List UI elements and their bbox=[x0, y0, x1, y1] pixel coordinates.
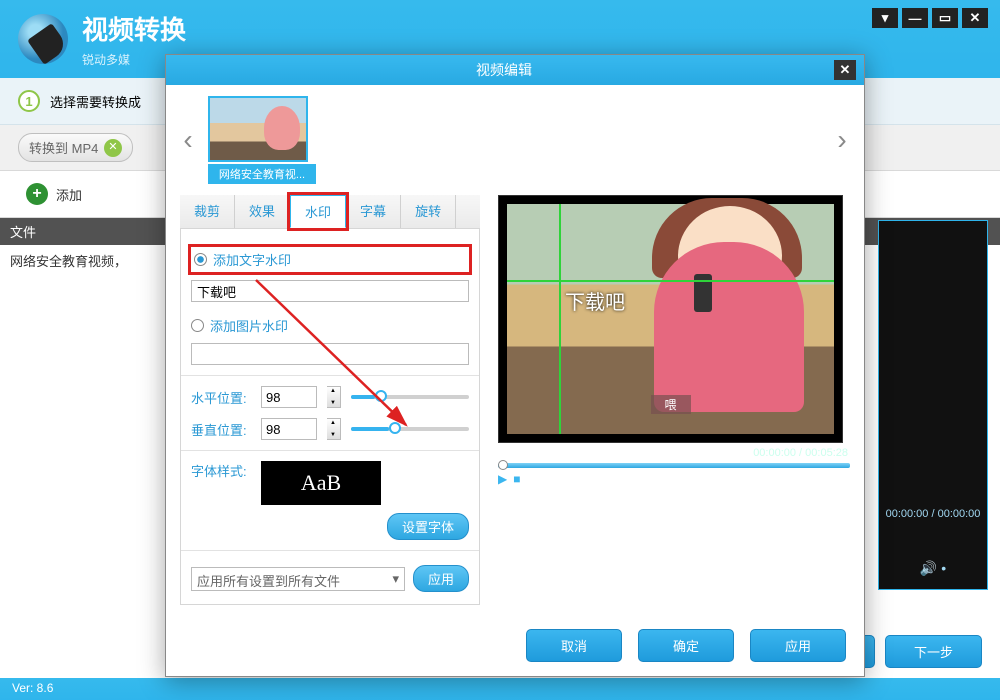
step-number: 1 bbox=[18, 90, 40, 112]
volume-icon[interactable]: 🔊 • bbox=[920, 560, 946, 577]
hpos-stepper[interactable] bbox=[327, 386, 341, 408]
apply-settings-button[interactable]: 应用 bbox=[413, 565, 469, 592]
preview-time: 00:00:00 / 00:00:00 bbox=[886, 508, 981, 520]
radio-image-watermark[interactable]: 添加图片水印 bbox=[191, 316, 469, 335]
guide-vertical bbox=[559, 204, 561, 434]
font-preview: AaB bbox=[261, 461, 381, 505]
version-label: Ver: 8.6 bbox=[0, 678, 1000, 700]
stop-button[interactable]: ■ bbox=[513, 472, 520, 486]
convert-to-label: 转换到 MP4 bbox=[29, 138, 98, 157]
tab-crop[interactable]: 裁剪 bbox=[180, 195, 235, 228]
text-watermark-label: 添加文字水印 bbox=[213, 250, 291, 269]
tab-watermark[interactable]: 水印 bbox=[290, 195, 346, 228]
apply-scope-select[interactable]: 应用所有设置到所有文件 ▾ bbox=[191, 567, 405, 591]
preview-timecode: 00:00:00 / 00:05:28 bbox=[500, 447, 848, 459]
tab-effect[interactable]: 效果 bbox=[235, 195, 290, 228]
app-logo bbox=[18, 14, 68, 64]
step-text: 选择需要转换成 bbox=[50, 92, 141, 111]
watermark-preview: 下载吧 bbox=[565, 286, 625, 315]
caption-preview: 喂 bbox=[650, 395, 690, 414]
gear-icon bbox=[104, 139, 122, 157]
radio-off-icon bbox=[191, 319, 204, 332]
window-minimize-button[interactable]: — bbox=[902, 8, 928, 28]
guide-horizontal bbox=[507, 280, 834, 282]
image-watermark-input[interactable] bbox=[191, 343, 469, 365]
preview-seekbar[interactable] bbox=[498, 463, 850, 468]
window-close-button[interactable]: ✕ bbox=[962, 8, 988, 28]
set-font-button[interactable]: 设置字体 bbox=[387, 513, 469, 540]
dialog-title: 视频编辑 bbox=[174, 60, 834, 80]
window-tray-button[interactable]: ▾ bbox=[872, 8, 898, 28]
plus-icon: + bbox=[26, 183, 48, 205]
radio-text-watermark[interactable]: 添加文字水印 bbox=[191, 247, 469, 272]
vpos-stepper[interactable] bbox=[327, 418, 341, 440]
thumbnail[interactable]: 网络安全教育视... bbox=[208, 96, 316, 184]
add-button[interactable]: + 添加 bbox=[18, 179, 90, 209]
thumb-next-button[interactable]: › bbox=[832, 122, 852, 158]
dialog-cancel-button[interactable]: 取消 bbox=[526, 629, 622, 662]
vpos-slider[interactable] bbox=[351, 427, 469, 431]
vpos-label: 垂直位置: bbox=[191, 420, 251, 439]
preview-box: 下载吧 喂 bbox=[498, 195, 843, 443]
tab-subtitle[interactable]: 字幕 bbox=[346, 195, 401, 228]
hpos-label: 水平位置: bbox=[191, 388, 251, 407]
app-title: 视频转换 bbox=[82, 10, 186, 47]
hpos-input[interactable] bbox=[261, 386, 317, 408]
window-maximize-button[interactable]: ▭ bbox=[932, 8, 958, 28]
dialog-ok-button[interactable]: 确定 bbox=[638, 629, 734, 662]
hpos-slider[interactable] bbox=[351, 395, 469, 399]
radio-on-icon bbox=[194, 253, 207, 266]
dialog-apply-button[interactable]: 应用 bbox=[750, 629, 846, 662]
preview-panel: 00:00:00 / 00:00:00 🔊 • bbox=[878, 220, 988, 590]
dialog-close-button[interactable]: ✕ bbox=[834, 60, 856, 80]
thumbnail-image bbox=[208, 96, 308, 162]
vpos-input[interactable] bbox=[261, 418, 317, 440]
play-button[interactable]: ▶ bbox=[498, 472, 507, 486]
add-label: 添加 bbox=[56, 185, 82, 204]
video-edit-dialog: 视频编辑 ✕ ‹ 网络安全教育视... › 裁剪 效果 水印 字幕 旋转 添加文… bbox=[165, 54, 865, 677]
next-button[interactable]: 下一步 bbox=[885, 635, 982, 668]
font-label: 字体样式: bbox=[191, 461, 251, 505]
text-watermark-input[interactable] bbox=[191, 280, 469, 302]
thumbnail-label: 网络安全教育视... bbox=[208, 164, 316, 184]
image-watermark-label: 添加图片水印 bbox=[210, 316, 288, 335]
convert-to-button[interactable]: 转换到 MP4 bbox=[18, 133, 133, 162]
tab-rotate[interactable]: 旋转 bbox=[401, 195, 456, 228]
tab-bar: 裁剪 效果 水印 字幕 旋转 bbox=[180, 195, 480, 228]
thumb-prev-button[interactable]: ‹ bbox=[178, 122, 198, 158]
